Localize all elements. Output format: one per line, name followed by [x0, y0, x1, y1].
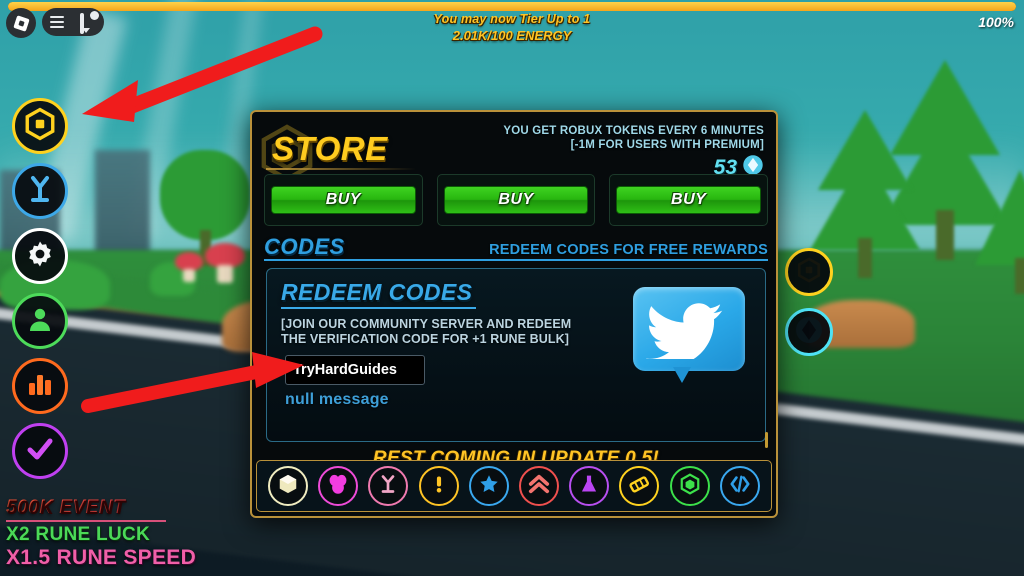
robux-note-line-1: YOU GET ROBUX TOKENS EVERY 6 MINUTES — [503, 125, 764, 137]
mushroom — [205, 243, 245, 284]
rune-icon — [25, 174, 55, 209]
store-panel: STORE YOU GET ROBUX TOKENS EVERY 6 MINUT… — [250, 110, 778, 518]
store-item-slot: BUY — [609, 174, 769, 226]
scroll-indicator[interactable] — [765, 432, 768, 448]
tab-upgrades[interactable] — [519, 466, 560, 506]
chat-icon[interactable] — [80, 11, 99, 34]
buy-button[interactable]: BUY — [616, 186, 762, 214]
exclamation-icon — [429, 474, 449, 499]
roblox-menu-pill[interactable] — [42, 8, 104, 36]
potion-flask-icon — [579, 473, 599, 500]
page-title: STORE — [272, 130, 388, 167]
store-item-slot: BUY — [436, 174, 596, 226]
buy-button[interactable]: BUY — [443, 186, 589, 214]
codes-heading: CODES — [264, 234, 345, 259]
percent-text: 100% — [978, 14, 1014, 30]
roblox-logo-icon[interactable] — [6, 8, 36, 38]
star-icon — [478, 473, 500, 500]
tab-news[interactable] — [418, 466, 459, 506]
tree — [810, 110, 920, 278]
box-hexagon-icon — [277, 473, 299, 500]
codes-section-header: CODES REDEEM CODES FOR FREE REWARDS — [264, 234, 768, 260]
redeem-title-divider — [281, 307, 476, 309]
event-buff-line-1: X2 RUNE LUCK — [6, 524, 151, 545]
event-divider — [6, 520, 166, 522]
mushroom — [175, 252, 203, 283]
bar-chart-icon — [26, 370, 54, 403]
top-hud: You may now Tier Up to 1 2.01K/100 ENERG… — [0, 0, 1024, 60]
tier-up-text: You may now Tier Up to 1 — [433, 12, 591, 26]
tab-inventory[interactable] — [268, 466, 309, 506]
sidebar-item-stats[interactable] — [12, 358, 68, 414]
event-buff-line-2: X1.5 RUNE SPEED — [6, 546, 197, 569]
energy-bar-fill — [8, 2, 1016, 11]
button-ring — [785, 248, 833, 296]
button-ring — [785, 308, 833, 356]
energy-bar-track — [8, 2, 1016, 11]
person-icon — [26, 305, 54, 338]
hamburger-menu-icon[interactable] — [50, 16, 64, 28]
ticket-icon — [628, 473, 650, 500]
background-structure — [95, 150, 150, 260]
title-divider — [266, 168, 416, 170]
codes-divider — [264, 259, 768, 261]
redeem-status-message: null message — [285, 391, 389, 408]
tab-robux-tokens[interactable] — [669, 466, 710, 506]
sidebar-item-robux-shop[interactable] — [12, 98, 68, 154]
tab-rune-shop[interactable] — [368, 466, 409, 506]
gear-icon — [25, 239, 55, 274]
currency-item-robux[interactable] — [785, 248, 833, 296]
store-item-slot: BUY — [264, 174, 423, 226]
double-chevron-up-icon — [528, 473, 550, 500]
code-brackets-icon — [729, 474, 751, 499]
rune-icon — [378, 474, 398, 499]
redeem-codes-card: REDEEM CODES [JOIN OUR COMMUNITY SERVER … — [266, 268, 766, 442]
event-banner: 500K EVENT X2 RUNE LUCK X1.5 RUNE SPEED — [6, 497, 196, 570]
currency-item-gems[interactable] — [785, 308, 833, 356]
code-input[interactable]: TryHardGuides — [285, 355, 425, 385]
redeem-codes-title: REDEEM CODES — [281, 279, 473, 305]
sidebar-item-settings[interactable] — [12, 228, 68, 284]
robux-token-note: YOU GET ROBUX TOKENS EVERY 6 MINUTES [-1… — [503, 124, 764, 152]
egg-stack-icon — [327, 473, 349, 500]
sidebar-item-character[interactable] — [12, 293, 68, 349]
twitter-bird-icon[interactable] — [633, 287, 745, 385]
tab-tickets[interactable] — [619, 466, 660, 506]
hexagon-robux-icon — [23, 107, 57, 146]
tree — [975, 150, 1024, 294]
store-tab-bar — [256, 460, 772, 512]
energy-amount-text: 2.01K/100 ENERGY — [452, 28, 572, 43]
redeem-description: [JOIN OUR COMMUNITY SERVER AND REDEEM TH… — [281, 317, 572, 346]
event-title: 500K EVENT — [6, 497, 196, 519]
hexagon-robux-icon — [679, 472, 701, 500]
sidebar-item-quests[interactable] — [12, 423, 68, 479]
tab-favorites[interactable] — [468, 466, 509, 506]
tab-codes[interactable] — [719, 466, 760, 506]
codes-subheading: REDEEM CODES FOR FREE REWARDS — [489, 242, 768, 258]
tab-eggs[interactable] — [318, 466, 359, 506]
buy-button[interactable]: BUY — [271, 186, 416, 214]
sidebar-item-runes[interactable] — [12, 163, 68, 219]
buy-button-row: BUY BUY BUY — [264, 174, 769, 226]
tab-potions[interactable] — [569, 466, 610, 506]
check-icon — [26, 435, 54, 468]
robux-note-line-2: [-1M FOR USERS WITH PREMIUM] — [570, 139, 764, 151]
